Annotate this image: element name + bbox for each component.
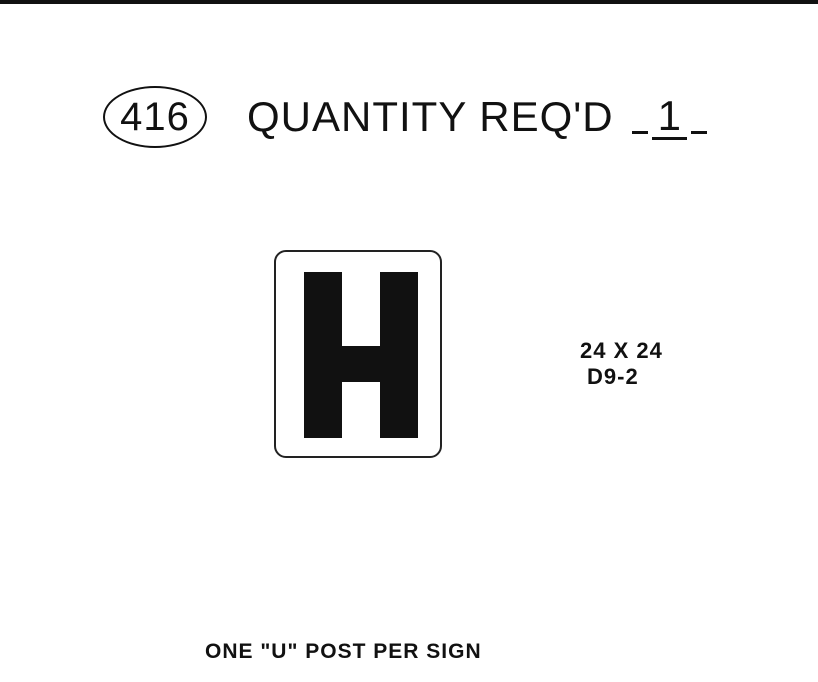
- sign-size-label: 24 X 24: [580, 338, 663, 363]
- quantity-blank-dash: [631, 130, 648, 134]
- quantity-label: QUANTITY REQ'D: [247, 93, 614, 140]
- quantity-value: 1: [651, 94, 687, 140]
- h-letter-shape: [304, 272, 418, 438]
- sign-legend-glyph: [304, 272, 418, 438]
- sheet-header: 416 QUANTITY REQ'D 1: [103, 82, 707, 152]
- post-note: ONE "U" POST PER SIGN: [205, 640, 482, 663]
- quantity-field: 1: [631, 94, 707, 140]
- top-border-rule: [0, 0, 818, 4]
- quantity-blank-dash: [690, 130, 707, 134]
- sheet-number-badge: 416: [103, 86, 207, 148]
- sign-drawing: [274, 250, 442, 458]
- sign-code-label: D9-2: [587, 364, 639, 389]
